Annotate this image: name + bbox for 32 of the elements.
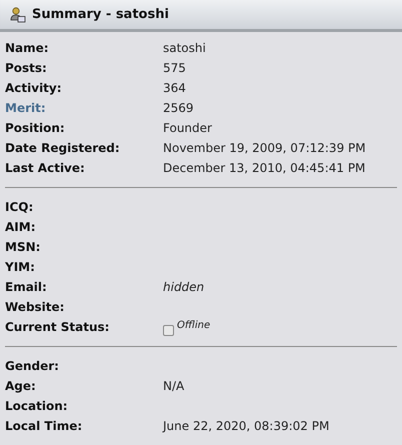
field-value: Founder [163, 121, 212, 135]
field-value: 364 [163, 81, 186, 95]
user-icon [10, 6, 26, 22]
offline-status-icon [163, 324, 174, 336]
field-label: MSN: [5, 240, 40, 254]
field-label: Posts: [5, 61, 47, 75]
field-label: Email: [5, 280, 47, 294]
field-label: Position: [5, 121, 65, 135]
field-label: Age: [5, 379, 36, 393]
field-label: ICQ: [5, 200, 34, 214]
field-label: Name: [5, 41, 49, 55]
field-label: Location: [5, 399, 68, 413]
header-title: Summary - satoshi [32, 6, 169, 24]
field-value: satoshi [163, 41, 206, 55]
status-text: Offline [177, 318, 210, 332]
field-label: Last Active: [5, 161, 85, 175]
field-value: N/A [163, 379, 184, 393]
field-value: hidden [163, 280, 204, 294]
field-value: 575 [163, 61, 186, 75]
field-label: Activity: [5, 81, 62, 95]
field-label: Gender: [5, 359, 59, 373]
field-label: Date Registered: [5, 141, 120, 155]
field-label: Current Status: [5, 320, 110, 334]
field-value: June 22, 2020, 08:39:02 PM [163, 419, 330, 433]
field-value: November 19, 2009, 07:12:39 PM [163, 141, 366, 155]
field-label: Local Time: [5, 419, 82, 433]
field-label: Website: [5, 300, 64, 314]
field-label: AIM: [5, 220, 36, 234]
field-value: December 13, 2010, 04:45:41 PM [163, 161, 366, 175]
field-label: YIM: [5, 260, 35, 274]
merit-link[interactable]: Merit: [5, 101, 46, 115]
field-value: 2569 [163, 101, 194, 115]
